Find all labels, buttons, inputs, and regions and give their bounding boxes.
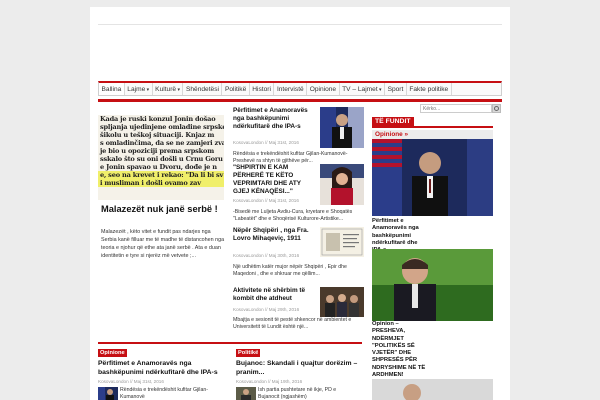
list-item-meta: KosovaLondon // Maj 31st, 2016: [233, 198, 299, 203]
search-icon[interactable]: [492, 104, 501, 113]
list-item-title[interactable]: "SHPIRTIN E KAM PËRHERË TE KËTO VEPRIMTA…: [233, 164, 319, 196]
bottom-article-title[interactable]: Përfitimet e Anamoravës nga bashkëpunimi…: [98, 360, 224, 377]
section-divider: [98, 342, 362, 344]
list-item-excerpt: Një udhëtim katër mujor nëpër Shqipëri ,…: [233, 264, 347, 277]
bottom-article-thumbnail[interactable]: [98, 387, 118, 400]
list-item-title[interactable]: Nëpër Shqipëri , nga Fra. Lovro Mihaqevi…: [233, 227, 319, 243]
nav-item-intervistë[interactable]: Intervistë: [274, 83, 308, 95]
list-item-excerpt: Rëndësia e trekëndëshit kufitar Gjilan-K…: [233, 151, 348, 164]
nav-item-kulturë[interactable]: Kulturë: [153, 83, 184, 95]
nav-item-tv-lajmet[interactable]: TV – Lajmet: [340, 83, 386, 95]
nav-item-opinione[interactable]: Opinione: [307, 83, 340, 95]
featured-image-text-line: sskalo što su oni došli u Crnu Goru: [100, 155, 223, 163]
nav-item-fakte-politike[interactable]: Fakte politike: [407, 83, 452, 95]
page-container: BallinaLajmeKulturëShëndetësiPolitikëHis…: [90, 7, 510, 400]
bottom-article-title[interactable]: Bujanoc: Skandali i quajtur dorëzim – pr…: [236, 360, 362, 377]
sidebar-header: TË FUNDIT: [372, 117, 414, 126]
sidebar-image[interactable]: [372, 139, 493, 216]
featured-excerpt: Malazezët , këto vitet e fundit pas ndar…: [101, 229, 225, 259]
nav-item-ballina[interactable]: Ballina: [99, 83, 125, 95]
category-badge[interactable]: Politikë: [236, 349, 261, 357]
list-item-title[interactable]: Aktivitete në shërbim të kombit dhe atdh…: [233, 287, 319, 303]
main-navigation: BallinaLajmeKulturëShëndetësiPolitikëHis…: [98, 81, 502, 96]
featured-image-text-line: e Jonin spavao u Dvoru, dođe je n: [100, 163, 217, 171]
featured-title[interactable]: Malazezët nuk janë serbë !: [101, 204, 225, 215]
featured-image-text-line: šikolu u teškoj situaciji. Knjaz m: [100, 131, 215, 139]
featured-image-text-line: Kada je ruski konzul Jonin došao: [100, 115, 216, 123]
bottom-article-meta: KosovaLondon // Maj 31st, 2016: [98, 379, 164, 384]
nav-item-shëndetësi[interactable]: Shëndetësi: [183, 83, 223, 95]
bottom-article-meta: KosovaLondon // Maj 19th, 2016: [236, 379, 303, 384]
category-badge[interactable]: Opinione: [98, 349, 127, 357]
list-item-title[interactable]: Përfitimet e Anamoravës nga bashkëpunimi…: [233, 107, 319, 131]
list-item-excerpt: Mbajtja e sesionit të pestë shkencor në …: [233, 317, 352, 330]
list-item-thumbnail[interactable]: [320, 107, 364, 148]
featured-image-text-line: spljanja ujedinjene omladine srpske,: [100, 123, 224, 131]
featured-image[interactable]: Kada je ruski konzul Jonin došao spljanja…: [98, 115, 224, 200]
featured-image-text-line: je bio u opoziciji prema srpskom: [100, 147, 215, 155]
featured-image-text-line: s omladinčima, da se ne zamjeri zvan: [100, 139, 224, 147]
bottom-article-thumbnail[interactable]: [236, 387, 256, 400]
nav-item-histori[interactable]: Histori: [250, 83, 275, 95]
bottom-article-excerpt: Ish partia pushtetare në ikje, PD e Buja…: [258, 387, 337, 400]
list-item-meta: KosovaLondon // Maj 31st, 2016: [233, 140, 299, 145]
list-item-meta: KosovaLondon // Maj 30th, 2016: [233, 253, 300, 258]
nav-item-lajme[interactable]: Lajme: [125, 83, 153, 95]
sidebar-item-title[interactable]: Opinion – PRESHEVA, NDËRMJET "POLITIKËS …: [372, 321, 432, 379]
sidebar-image[interactable]: [372, 249, 493, 321]
list-item-meta: KosovaLondon // Maj 29th, 2016: [233, 307, 300, 312]
list-item-thumbnail[interactable]: [320, 164, 364, 205]
sidebar-header-rule: [372, 126, 493, 128]
header-divider: [98, 24, 502, 25]
search-input[interactable]: [420, 104, 492, 113]
featured-image-text-line: e, seo na krevet i rekao: "Da li bi sv: [98, 171, 224, 179]
bottom-article-excerpt: Rëndësia e trekëndëshit kufitar Gjilan-K…: [120, 387, 208, 400]
nav-item-politikë[interactable]: Politikë: [222, 83, 250, 95]
featured-image-text-line: i musliman i došli ovamo zav: [98, 179, 224, 187]
list-item-thumbnail[interactable]: [320, 227, 364, 268]
sidebar-image[interactable]: [372, 379, 493, 400]
list-item-excerpt: -Bisedë me Luljeta Avdiu-Cura, kryetare …: [233, 209, 353, 222]
nav-item-sport[interactable]: Sport: [385, 83, 407, 95]
nav-accent-bar: [98, 99, 502, 102]
